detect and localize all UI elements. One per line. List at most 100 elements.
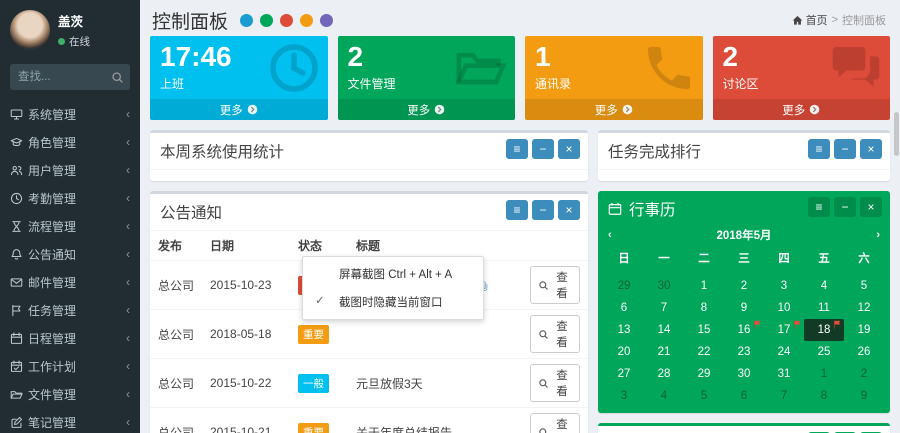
calendar-next-button[interactable]: ›	[860, 229, 880, 241]
calendar-day[interactable]: 2	[844, 363, 884, 385]
menu-item-screen-capture[interactable]: 屏幕截图 Ctrl + Alt + A	[303, 260, 483, 288]
calendar-day[interactable]: 11	[804, 297, 844, 319]
calendar-day[interactable]: 9	[844, 385, 884, 407]
row-date: 2015-10-23	[202, 261, 290, 310]
calendar-day[interactable]: 5	[844, 275, 884, 297]
calendar-day[interactable]: 4	[804, 275, 844, 297]
calendar-day[interactable]: 1	[804, 363, 844, 385]
more-link[interactable]: 更多	[713, 99, 891, 120]
sidebar-item-system[interactable]: 系统管理 ‹	[0, 100, 140, 128]
close-icon: ×	[867, 143, 874, 155]
calendar-day[interactable]: 24	[764, 341, 804, 363]
sidebar-item-notes[interactable]: 笔记管理 ‹	[0, 408, 140, 433]
close-button[interactable]: ×	[558, 139, 580, 159]
sidebar-item-user[interactable]: 用户管理 ‹	[0, 156, 140, 184]
calendar-day[interactable]: 25	[804, 341, 844, 363]
calendar-prev-button[interactable]: ‹	[608, 229, 628, 241]
stat-box-通讯录[interactable]: 1 通讯录 更多	[525, 36, 703, 120]
sidebar-item-label: 文件管理	[28, 386, 126, 403]
panel-usage-tools: ≡ − ×	[506, 139, 580, 159]
calendar-day[interactable]: 30	[644, 275, 684, 297]
row-publisher: 总公司	[150, 408, 202, 433]
close-icon: ×	[867, 201, 874, 213]
calendar-day[interactable]: 14	[644, 319, 684, 341]
sidebar-item-schedule[interactable]: 日程管理 ‹	[0, 324, 140, 352]
stat-box-上班[interactable]: 17:46 上班 更多	[150, 36, 328, 120]
calendar-day[interactable]: 6	[724, 385, 764, 407]
sidebar-item-notice[interactable]: 公告通知 ‹	[0, 240, 140, 268]
sidebar-item-task[interactable]: 任务管理 ‹	[0, 296, 140, 324]
stat-box-文件管理[interactable]: 2 文件管理 更多	[338, 36, 516, 120]
list-button[interactable]: ≡	[808, 197, 830, 217]
calendar-day[interactable]: 7	[764, 385, 804, 407]
calendar-day[interactable]: 10	[764, 297, 804, 319]
scrollbar-thumb[interactable]	[894, 112, 899, 156]
calendar-day[interactable]: 16	[724, 319, 764, 341]
calendar-day[interactable]: 17	[764, 319, 804, 341]
breadcrumb-home-link[interactable]: 首页	[792, 12, 828, 28]
collapse-button[interactable]: −	[532, 139, 554, 159]
view-button[interactable]: 查看	[530, 266, 580, 304]
calendar-day[interactable]: 12	[844, 297, 884, 319]
calendar-day[interactable]: 27	[604, 363, 644, 385]
calendar-day[interactable]: 13	[604, 319, 644, 341]
calendar-day[interactable]: 6	[604, 297, 644, 319]
calendar-day[interactable]: 21	[644, 341, 684, 363]
stat-row: 17:46 上班 更多 2 文件管理 更多 1 通讯录 更多 2 讨论区	[150, 36, 890, 120]
sidebar-item-plan[interactable]: 工作计划 ‹	[0, 352, 140, 380]
calendar-day[interactable]: 30	[724, 363, 764, 385]
calendar-day[interactable]: 29	[604, 275, 644, 297]
list-button[interactable]: ≡	[808, 139, 830, 159]
calendar-day[interactable]: 4	[644, 385, 684, 407]
calendar-nav: ‹ 2018年5月 ›	[598, 227, 890, 243]
view-button[interactable]: 查看	[530, 413, 580, 433]
view-button[interactable]: 查看	[530, 364, 580, 402]
search-input[interactable]	[10, 64, 104, 90]
list-button[interactable]: ≡	[506, 200, 528, 220]
close-button[interactable]: ×	[860, 197, 882, 217]
column-header: 发布	[150, 231, 202, 261]
sidebar-item-attend[interactable]: 考勤管理 ‹	[0, 184, 140, 212]
sidebar-item-mail[interactable]: 邮件管理 ‹	[0, 268, 140, 296]
more-link[interactable]: 更多	[150, 99, 328, 120]
calendar-day[interactable]: 8	[804, 385, 844, 407]
minus-icon: −	[841, 201, 848, 213]
calendar-day[interactable]: 19	[844, 319, 884, 341]
collapse-button[interactable]: −	[834, 139, 856, 159]
calendar-day[interactable]: 20	[604, 341, 644, 363]
calendar-day[interactable]: 31	[764, 363, 804, 385]
stat-box-讨论区[interactable]: 2 讨论区 更多	[713, 36, 891, 120]
calendar-day[interactable]: 1	[684, 275, 724, 297]
calendar-day[interactable]: 9	[724, 297, 764, 319]
calendar-day[interactable]: 28	[644, 363, 684, 385]
menu-item-hide-window[interactable]: ✓ 截图时隐藏当前窗口	[303, 288, 483, 316]
sidebar-item-file[interactable]: 文件管理 ‹	[0, 380, 140, 408]
calendar-day[interactable]: 3	[604, 385, 644, 407]
close-button[interactable]: ×	[558, 200, 580, 220]
flag-icon	[793, 320, 802, 332]
calendar-day[interactable]: 5	[684, 385, 724, 407]
calendar-day[interactable]: 7	[644, 297, 684, 319]
list-button[interactable]: ≡	[506, 139, 528, 159]
more-link[interactable]: 更多	[525, 99, 703, 120]
calendar-day[interactable]: 2	[724, 275, 764, 297]
collapse-button[interactable]: −	[834, 197, 856, 217]
calendar-day[interactable]: 8	[684, 297, 724, 319]
calendar-day[interactable]: 22	[684, 341, 724, 363]
collapse-button[interactable]: −	[532, 200, 554, 220]
chevron-left-icon: ‹	[126, 387, 130, 401]
more-link[interactable]: 更多	[338, 99, 516, 120]
calendar-day[interactable]: 3	[764, 275, 804, 297]
sidebar-item-process[interactable]: 流程管理 ‹	[0, 212, 140, 240]
calendar-day[interactable]: 26	[844, 341, 884, 363]
close-button[interactable]: ×	[860, 139, 882, 159]
search-button[interactable]	[104, 64, 130, 90]
calendar-day[interactable]: 29	[684, 363, 724, 385]
sidebar-item-role[interactable]: 角色管理 ‹	[0, 128, 140, 156]
calendar-day[interactable]: 23	[724, 341, 764, 363]
calendar-day[interactable]: 18	[804, 319, 844, 341]
calendar-day[interactable]: 15	[684, 319, 724, 341]
view-button[interactable]: 查看	[530, 315, 580, 353]
calendar-weekday-label: 三	[724, 245, 764, 271]
menu-item-label: 截图时隐藏当前窗口	[339, 297, 443, 309]
